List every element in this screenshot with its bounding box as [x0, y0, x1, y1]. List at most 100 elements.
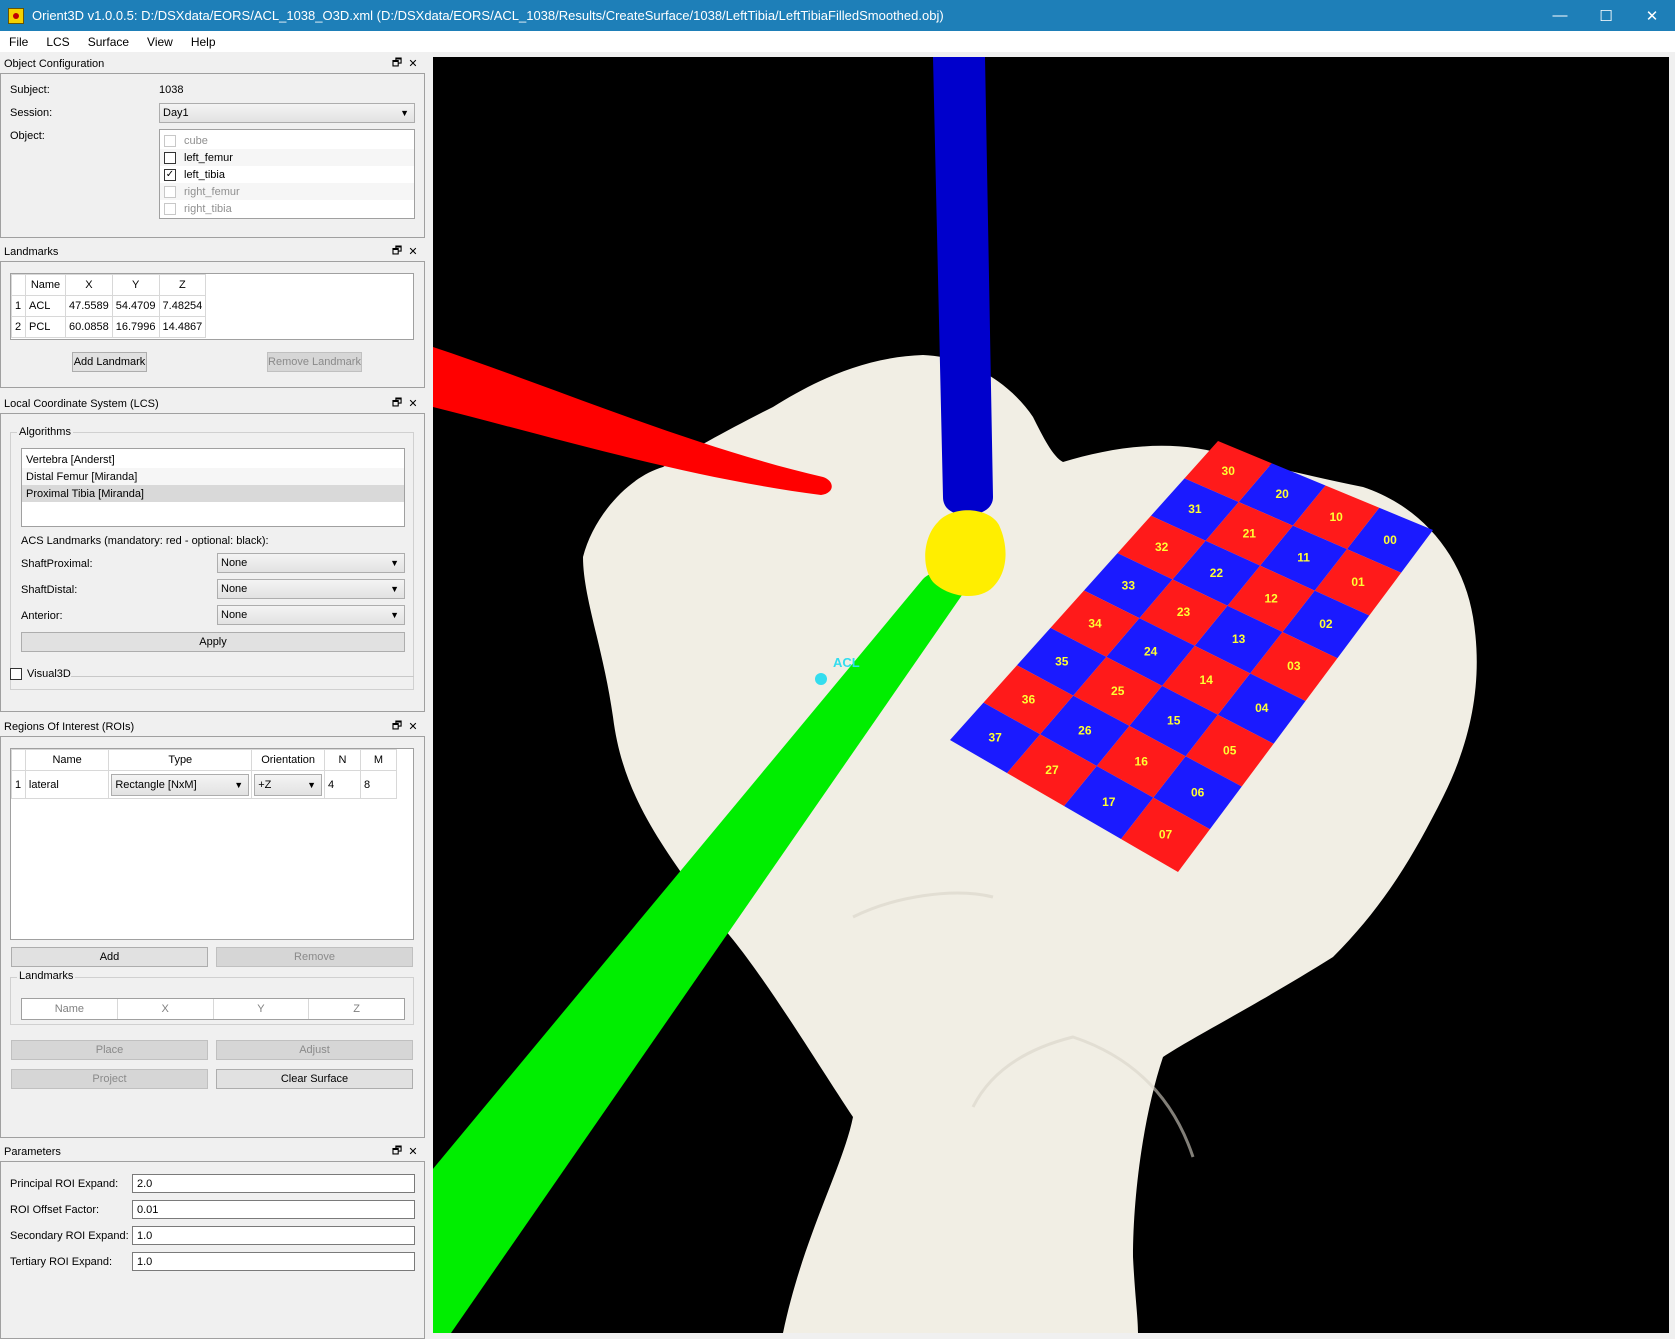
- close-button[interactable]: ✕: [1629, 0, 1675, 31]
- float-icon[interactable]: 🗗: [389, 242, 405, 261]
- checkbox-icon[interactable]: [164, 134, 176, 147]
- rois-dock: Regions Of Interest (ROIs) 🗗 ✕ Name Type…: [0, 718, 425, 1138]
- roi-grid-label: 03: [1287, 659, 1301, 673]
- float-icon[interactable]: 🗗: [389, 54, 405, 73]
- dock-body: Subject: 1038 Session: Day1 ▼ Object: cu…: [0, 73, 425, 238]
- 3d-scene[interactable]: 00 01 02 03 04 05 06 07 10 11 12 13 14 15 16 17 20 21 22 23…: [433, 57, 1669, 1333]
- object-item-cube[interactable]: cube: [160, 132, 414, 149]
- column-header[interactable]: Name: [22, 999, 118, 1019]
- object-item-right-femur[interactable]: right_femur: [160, 183, 414, 200]
- window-controls: — ☐ ✕: [1537, 0, 1675, 31]
- add-roi-button[interactable]: Add: [11, 947, 208, 967]
- acl-landmark-marker[interactable]: [815, 673, 827, 685]
- column-header[interactable]: N: [324, 749, 361, 771]
- acs-landmarks-label: ACS Landmarks (mandatory: red - optional…: [21, 535, 269, 547]
- menu-lcs[interactable]: LCS: [37, 35, 78, 49]
- dock-title: Object Configuration: [4, 57, 105, 70]
- float-icon[interactable]: 🗗: [389, 1142, 405, 1161]
- shaft-proximal-combo[interactable]: None ▼: [217, 553, 405, 573]
- add-landmark-button[interactable]: Add Landmark: [72, 352, 147, 372]
- roi-grid-label: 16: [1135, 754, 1149, 768]
- checkbox-icon[interactable]: [164, 202, 176, 215]
- shaft-proximal-label: ShaftProximal:: [21, 558, 93, 570]
- algorithm-item-selected[interactable]: Proximal Tibia [Miranda]: [22, 485, 404, 502]
- column-header[interactable]: Type: [108, 749, 253, 771]
- algorithm-item[interactable]: Vertebra [Anderst]: [22, 451, 404, 468]
- roi-grid-label: 07: [1159, 827, 1173, 841]
- column-header[interactable]: Z: [309, 999, 404, 1019]
- object-item-left-femur[interactable]: left_femur: [160, 149, 414, 166]
- checkbox-icon[interactable]: [164, 185, 176, 198]
- subject-label: Subject:: [10, 84, 50, 96]
- column-header[interactable]: Z: [158, 274, 207, 296]
- parameters-dock: Parameters 🗗 ✕ Principal ROI Expand: 2.0…: [0, 1143, 425, 1339]
- roi-grid-label: 02: [1319, 617, 1333, 631]
- roi-offset-factor-input[interactable]: 0.01: [132, 1200, 415, 1219]
- float-icon[interactable]: 🗗: [389, 394, 405, 413]
- roi-grid-label: 30: [1222, 464, 1236, 478]
- type-combo[interactable]: Rectangle [NxM] ▼: [111, 773, 250, 796]
- minimize-button[interactable]: —: [1537, 0, 1583, 31]
- place-button[interactable]: Place: [11, 1040, 208, 1060]
- column-header[interactable]: X: [118, 999, 214, 1019]
- float-icon[interactable]: 🗗: [389, 717, 405, 736]
- lcs-dock: Local Coordinate System (LCS) 🗗 ✕ Algori…: [0, 395, 425, 712]
- menu-help[interactable]: Help: [182, 35, 225, 49]
- visual3d-label: Visual3D: [27, 668, 71, 680]
- roi-grid-label: 20: [1276, 487, 1290, 501]
- menu-surface[interactable]: Surface: [79, 35, 138, 49]
- checkbox-icon[interactable]: [164, 151, 176, 164]
- subject-value: 1038: [159, 84, 184, 96]
- close-icon[interactable]: ✕: [405, 397, 421, 410]
- column-header[interactable]: Y: [214, 999, 310, 1019]
- object-item-left-tibia[interactable]: ✓ left_tibia: [160, 166, 414, 183]
- project-button[interactable]: Project: [11, 1069, 208, 1089]
- checkbox-icon[interactable]: [10, 668, 22, 680]
- anterior-combo[interactable]: None ▼: [217, 605, 405, 625]
- column-header[interactable]: M: [359, 749, 398, 771]
- roi-grid-label: 06: [1191, 785, 1205, 799]
- dock-body: Name Type Orientation N M 1 lateral Rect…: [0, 736, 425, 1138]
- adjust-button[interactable]: Adjust: [216, 1040, 413, 1060]
- roi-grid-label: 32: [1155, 540, 1169, 554]
- close-icon[interactable]: ✕: [405, 57, 421, 70]
- orientation-combo[interactable]: +Z ▼: [254, 773, 323, 796]
- close-icon[interactable]: ✕: [405, 1145, 421, 1158]
- roi-grid-label: 24: [1144, 645, 1158, 659]
- table-row[interactable]: 1 lateral Rectangle [NxM] ▼ +Z ▼ 4 8: [11, 770, 398, 799]
- table-row[interactable]: 1 ACL 47.5589 54.4709 7.48254: [11, 295, 207, 317]
- principal-roi-expand-input[interactable]: 2.0: [132, 1174, 415, 1193]
- 3d-viewport[interactable]: 00 01 02 03 04 05 06 07 10 11 12 13 14 15 16 17 20 21 22 23…: [433, 57, 1669, 1333]
- divider: [71, 676, 414, 677]
- column-header[interactable]: Y: [111, 274, 160, 296]
- column-header[interactable]: Orientation: [251, 749, 326, 771]
- menu-bar: File LCS Surface View Help: [0, 31, 1675, 52]
- object-item-right-tibia[interactable]: right_tibia: [160, 200, 414, 217]
- column-header[interactable]: Name: [24, 749, 110, 771]
- secondary-roi-expand-input[interactable]: 1.0: [132, 1226, 415, 1245]
- visual3d-checkbox-row[interactable]: Visual3D: [10, 668, 71, 680]
- column-header[interactable]: Name: [25, 274, 66, 296]
- menu-file[interactable]: File: [0, 35, 37, 49]
- close-icon[interactable]: ✕: [405, 720, 421, 733]
- object-label: Object:: [10, 130, 45, 142]
- remove-landmark-button[interactable]: Remove Landmark: [267, 352, 362, 372]
- maximize-button[interactable]: ☐: [1583, 0, 1629, 31]
- roi-offset-factor-label: ROI Offset Factor:: [10, 1204, 100, 1216]
- clear-surface-button[interactable]: Clear Surface: [216, 1069, 413, 1089]
- remove-roi-button[interactable]: Remove: [216, 947, 413, 967]
- dock-title: Local Coordinate System (LCS): [4, 397, 159, 410]
- dock-body: Principal ROI Expand: 2.0 ROI Offset Fac…: [0, 1161, 425, 1339]
- tertiary-roi-expand-input[interactable]: 1.0: [132, 1252, 415, 1271]
- session-combo[interactable]: Day1 ▼: [159, 103, 415, 123]
- column-header[interactable]: X: [65, 274, 113, 296]
- table-row[interactable]: 2 PCL 60.0858 16.7996 14.4867: [11, 316, 207, 338]
- menu-view[interactable]: View: [138, 35, 182, 49]
- shaft-distal-combo[interactable]: None ▼: [217, 579, 405, 599]
- close-icon[interactable]: ✕: [405, 245, 421, 258]
- apply-button[interactable]: Apply: [21, 632, 405, 652]
- landmarks-dock: Landmarks 🗗 ✕ Name X Y Z 1 ACL 47.5589 5…: [0, 243, 425, 388]
- checkbox-checked-icon[interactable]: ✓: [164, 168, 176, 181]
- dock-title: Regions Of Interest (ROIs): [4, 720, 135, 733]
- algorithm-item[interactable]: Distal Femur [Miranda]: [22, 468, 404, 485]
